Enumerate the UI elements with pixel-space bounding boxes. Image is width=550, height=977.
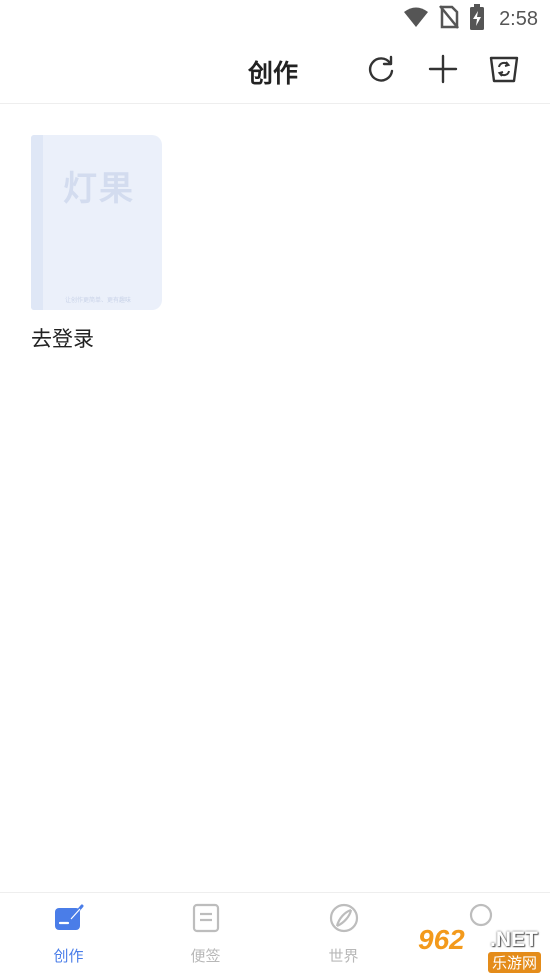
watermark-net: .NET: [490, 928, 538, 951]
watermark-number: 962: [418, 924, 465, 955]
tab-create[interactable]: 创作: [0, 893, 137, 977]
header: 创作: [0, 38, 550, 104]
refresh-icon: [366, 54, 396, 88]
book-card[interactable]: 灯果 让创作更简单、更有趣味: [31, 135, 162, 310]
refresh-button[interactable]: [364, 54, 398, 88]
tab-label: 便签: [190, 947, 221, 965]
page-title: 创作: [248, 59, 299, 88]
tab-world[interactable]: 世界: [275, 893, 412, 977]
add-button[interactable]: [426, 54, 460, 88]
site-watermark: 962 .NET 乐游网: [410, 924, 548, 973]
recycle-bin-icon: [488, 53, 520, 89]
watermark-sub: 乐游网: [488, 952, 542, 973]
pen-square-icon: [53, 902, 85, 934]
no-sim-icon: [439, 5, 460, 33]
tab-label: 创作: [53, 947, 84, 965]
status-bar: 2:58: [0, 0, 550, 38]
status-icons: 2:58: [403, 4, 538, 34]
compass-icon: [328, 902, 360, 934]
book-spine: [31, 135, 43, 310]
battery-charging-icon: [469, 4, 485, 34]
book-cover: 灯果 让创作更简单、更有趣味: [31, 135, 162, 310]
cover-logo: 灯果: [63, 169, 135, 209]
note-icon: [190, 902, 222, 934]
wifi-icon: [403, 6, 429, 32]
tab-label: 世界: [328, 947, 359, 965]
login-link[interactable]: 去登录: [31, 323, 94, 353]
cover-tagline: 让创作更简单、更有趣味: [65, 297, 132, 304]
recycle-bin-button[interactable]: [487, 54, 521, 88]
tab-notes[interactable]: 便签: [137, 893, 274, 977]
plus-icon: [428, 54, 458, 88]
status-time: 2:58: [499, 7, 538, 30]
